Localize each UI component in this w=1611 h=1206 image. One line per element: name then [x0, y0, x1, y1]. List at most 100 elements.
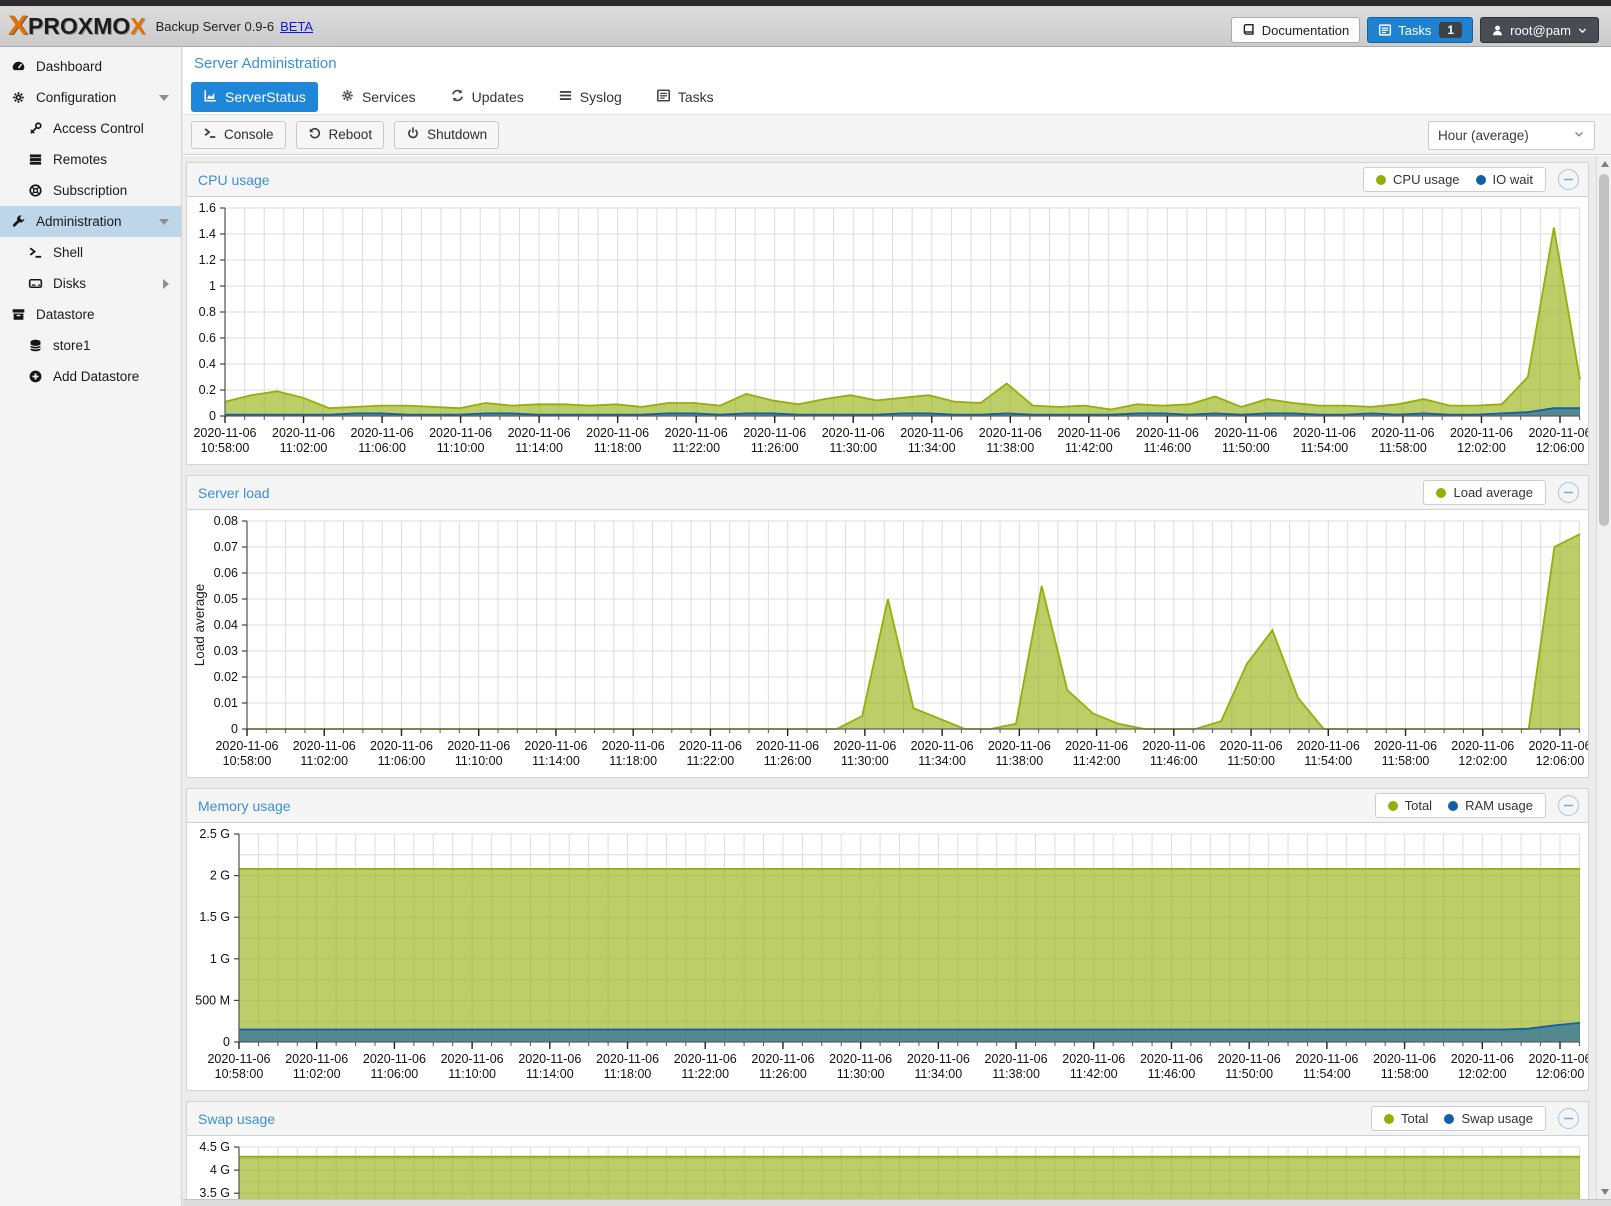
tab-label: Syslog [580, 89, 622, 105]
svg-text:1.6: 1.6 [199, 201, 216, 215]
svg-text:1 G: 1 G [210, 952, 230, 966]
shutdown-button[interactable]: Shutdown [394, 121, 499, 149]
svg-text:11:02:00: 11:02:00 [280, 441, 328, 455]
cpu-usage-chart: 00.20.40.60.811.21.41.62020-11-0610:58:0… [187, 197, 1588, 464]
button-label: Reboot [329, 127, 373, 142]
svg-text:2020-11-06: 2020-11-06 [293, 739, 356, 753]
scroll-down-button[interactable] [1597, 1184, 1611, 1199]
beta-link[interactable]: BETA [280, 19, 313, 34]
reboot-button[interactable]: Reboot [296, 121, 385, 149]
svg-text:11:22:00: 11:22:00 [681, 1067, 729, 1081]
button-label: Shutdown [427, 127, 487, 142]
svg-text:2020-11-06: 2020-11-06 [1295, 1052, 1358, 1066]
button-label: Console [224, 127, 274, 142]
svg-text:11:46:00: 11:46:00 [1150, 754, 1198, 768]
undo-icon [308, 126, 322, 143]
legend-item-cpu-usage[interactable]: CPU usage [1376, 172, 1459, 187]
sidebar-item-label: Datastore [36, 307, 95, 322]
collapse-panel-button[interactable] [1558, 1108, 1579, 1129]
svg-text:2020-11-06: 2020-11-06 [207, 1052, 270, 1066]
svg-text:2020-11-06: 2020-11-06 [518, 1052, 581, 1066]
minus-icon [1563, 1113, 1574, 1124]
svg-text:0.05: 0.05 [214, 592, 238, 606]
terminal-icon [28, 245, 44, 261]
horizontal-scrollbar[interactable] [183, 1199, 1611, 1206]
collapse-panel-button[interactable] [1558, 169, 1579, 190]
dashboard-icon [11, 59, 27, 75]
svg-text:11:30:00: 11:30:00 [841, 754, 889, 768]
sidebar-item-datastore[interactable]: Datastore [0, 299, 181, 330]
documentation-button[interactable]: Documentation [1231, 17, 1360, 43]
vertical-scrollbar[interactable] [1596, 156, 1611, 1199]
svg-text:2020-11-06: 2020-11-06 [1450, 426, 1513, 440]
lifering-icon [28, 183, 44, 199]
svg-text:11:50:00: 11:50:00 [1225, 1067, 1273, 1081]
console-button[interactable]: Console [191, 121, 286, 149]
legend-item-ram-usage[interactable]: RAM usage [1448, 798, 1533, 813]
legend-dot-icon [1444, 1114, 1454, 1124]
sidebar-item-access-control[interactable]: Access Control [0, 113, 181, 144]
svg-text:0: 0 [209, 409, 216, 423]
collapse-panel-button[interactable] [1558, 482, 1579, 503]
svg-text:12:06:00: 12:06:00 [1536, 441, 1585, 455]
svg-text:11:06:00: 11:06:00 [358, 441, 406, 455]
chartarea-icon [203, 88, 218, 106]
svg-text:0.08: 0.08 [214, 514, 238, 528]
chart-body: 00.20.40.60.811.21.41.62020-11-0610:58:0… [187, 196, 1588, 464]
svg-text:2020-11-06: 2020-11-06 [1528, 1052, 1588, 1066]
page-title: Server Administration [183, 47, 1611, 77]
gear-icon [11, 90, 27, 106]
svg-text:2020-11-06: 2020-11-06 [602, 739, 665, 753]
legend-item-load-average[interactable]: Load average [1436, 485, 1533, 500]
svg-text:11:54:00: 11:54:00 [1304, 754, 1352, 768]
svg-text:1.4: 1.4 [199, 227, 216, 241]
legend-label: RAM usage [1465, 798, 1533, 813]
legend-label: Total [1405, 798, 1432, 813]
sidebar-item-store1[interactable]: store1 [0, 330, 181, 361]
svg-text:11:58:00: 11:58:00 [1381, 1067, 1429, 1081]
sidebar-item-subscription[interactable]: Subscription [0, 175, 181, 206]
gear-icon [340, 88, 355, 106]
tab-serverstatus[interactable]: ServerStatus [191, 82, 318, 112]
svg-text:2020-11-06: 2020-11-06 [1373, 1052, 1436, 1066]
legend-item-total[interactable]: Total [1388, 798, 1432, 813]
legend-label: CPU usage [1393, 172, 1459, 187]
legend-item-swap-usage[interactable]: Swap usage [1444, 1111, 1533, 1126]
svg-text:11:06:00: 11:06:00 [371, 1067, 419, 1081]
sidebar-item-configuration[interactable]: Configuration [0, 82, 181, 113]
svg-text:11:06:00: 11:06:00 [378, 754, 426, 768]
sidebar-item-shell[interactable]: Shell [0, 237, 181, 268]
svg-text:12:06:00: 12:06:00 [1536, 1067, 1585, 1081]
legend-item-total[interactable]: Total [1384, 1111, 1428, 1126]
sidebar-item-dashboard[interactable]: Dashboard [0, 51, 181, 82]
sidebar-item-add-datastore[interactable]: Add Datastore [0, 361, 181, 392]
chart-legend: Total Swap usage [1371, 1106, 1546, 1131]
sidebar-item-label: store1 [53, 338, 91, 353]
svg-text:0.02: 0.02 [214, 670, 238, 684]
key-icon [28, 121, 44, 137]
user-menu-button[interactable]: root@pam [1480, 17, 1599, 43]
svg-text:11:38:00: 11:38:00 [995, 754, 1043, 768]
tab-label: Services [362, 89, 416, 105]
tab-updates[interactable]: Updates [438, 82, 536, 112]
scroll-up-button[interactable] [1597, 156, 1611, 171]
tab-tasks[interactable]: Tasks [644, 82, 726, 112]
svg-text:11:46:00: 11:46:00 [1143, 441, 1191, 455]
svg-text:11:10:00: 11:10:00 [448, 1067, 496, 1081]
svg-text:2020-11-06: 2020-11-06 [743, 426, 806, 440]
svg-text:2 G: 2 G [210, 869, 230, 883]
time-range-select[interactable]: Hour (average) [1428, 121, 1595, 150]
scrollbar-thumb[interactable] [1599, 174, 1609, 526]
legend-item-io-wait[interactable]: IO wait [1476, 172, 1533, 187]
panel-header: Swap usageTotal Swap usage [187, 1102, 1588, 1135]
tasks-button[interactable]: Tasks 1 [1367, 17, 1473, 43]
legend-label: Total [1401, 1111, 1428, 1126]
tab-services[interactable]: Services [328, 82, 428, 112]
tab-syslog[interactable]: Syslog [546, 82, 634, 112]
collapse-panel-button[interactable] [1558, 795, 1579, 816]
sidebar-item-disks[interactable]: Disks [0, 268, 181, 299]
sidebar-item-administration[interactable]: Administration [0, 206, 181, 237]
svg-text:2020-11-06: 2020-11-06 [1065, 739, 1128, 753]
sidebar-item-remotes[interactable]: Remotes [0, 144, 181, 175]
chevron-down-icon [1577, 25, 1588, 36]
